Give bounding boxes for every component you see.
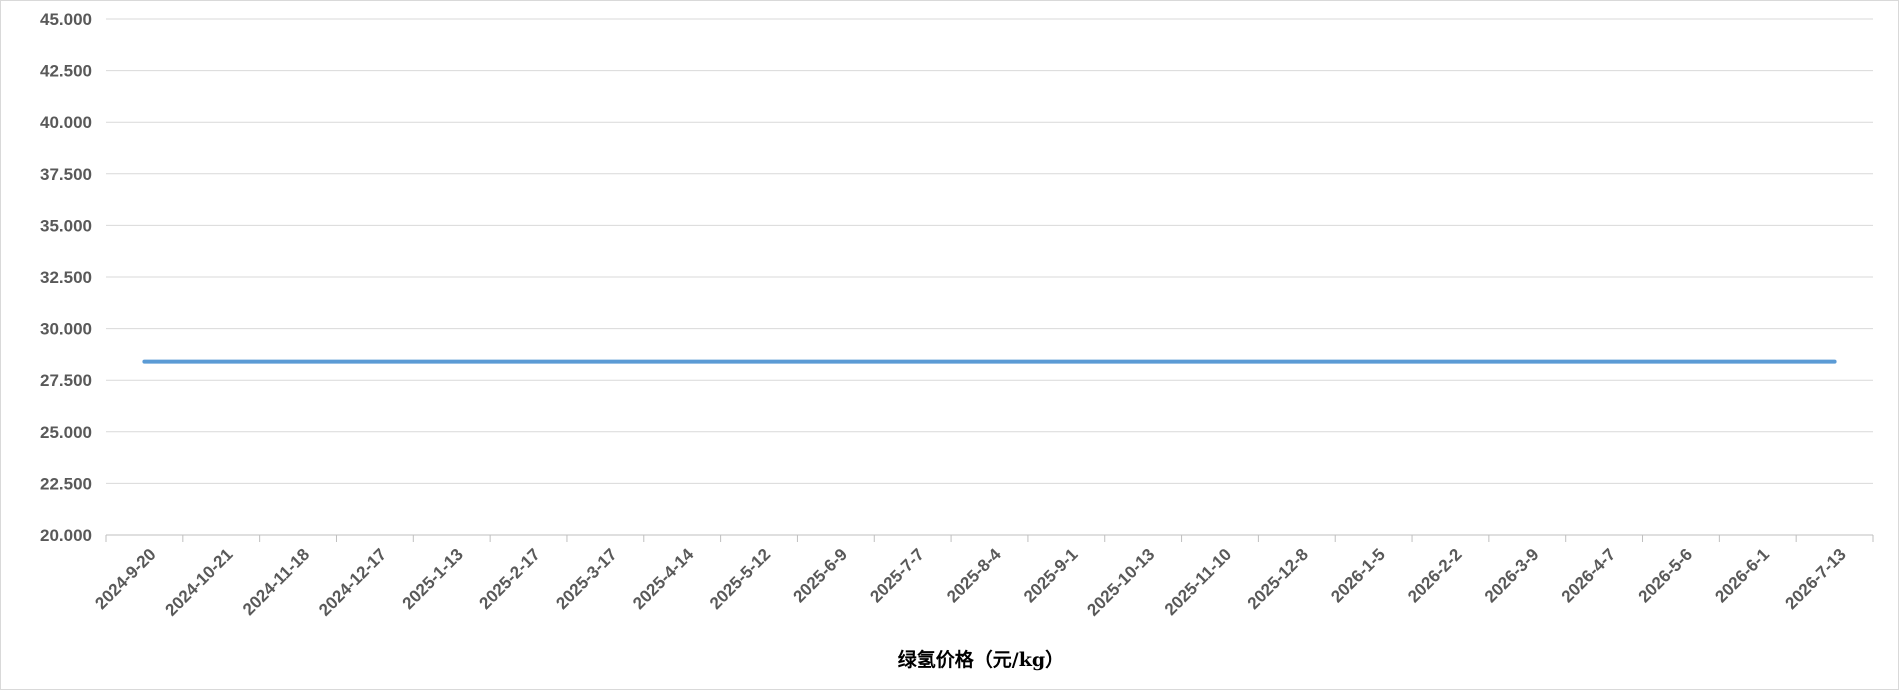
x-tick-label: 2026-6-1: [1711, 545, 1773, 607]
x-tick-label: 2025-8-4: [943, 544, 1005, 606]
y-tick-label: 30.000: [40, 320, 92, 339]
x-tick-label: 2025-5-12: [706, 545, 774, 613]
y-tick-label: 40.000: [40, 113, 92, 132]
x-tick-label: 2025-7-7: [866, 545, 928, 607]
x-tick-label: 2025-9-1: [1020, 545, 1082, 607]
x-tick-label: 2025-12-8: [1244, 545, 1312, 613]
y-tick-label: 27.500: [40, 371, 92, 390]
x-tick-label: 2025-2-17: [476, 545, 544, 613]
x-axis: [105, 534, 1874, 542]
x-tick-label: 2024-11-18: [239, 545, 313, 619]
y-tick-label: 45.000: [40, 10, 92, 29]
x-tick-label: 2024-10-21: [162, 545, 237, 620]
y-tick-label: 42.500: [40, 62, 92, 81]
x-tick-label: 2025-4-14: [629, 544, 698, 613]
x-tick-label: 2026-2-2: [1404, 545, 1466, 607]
y-tick-label: 37.500: [40, 165, 92, 184]
line-chart: 20.000 22.500 25.000 27.500 30.000 32.500 35.0…: [40, 10, 1874, 671]
y-tick-label: 22.500: [40, 474, 92, 493]
y-axis-tick-labels: 20.000 22.500 25.000 27.500 30.000 32.500 35.0…: [40, 10, 92, 545]
x-tick-label: 2026-7-13: [1782, 545, 1850, 613]
y-tick-label: 25.000: [40, 423, 92, 442]
x-tick-label: 2025-10-13: [1083, 545, 1158, 620]
x-tick-label: 2024-9-20: [91, 545, 159, 613]
x-tick-label: 2024-12-17: [315, 545, 390, 620]
x-axis-tick-labels: 2024-9-20 2024-10-21 2024-11-18 2024-12-17 2…: [91, 544, 1849, 619]
x-tick-label: 2026-5-6: [1635, 545, 1697, 607]
y-tick-label: 32.500: [40, 268, 92, 287]
x-tick-label: 2025-6-9: [790, 545, 852, 607]
x-tick-label: 2025-3-17: [552, 545, 620, 613]
gridlines: [106, 18, 1873, 484]
x-tick-label: 2026-1-5: [1327, 545, 1389, 607]
series-layer: [142, 359, 1837, 364]
x-tick-label: 2025-1-13: [399, 545, 467, 613]
y-tick-label: 35.000: [40, 216, 92, 235]
y-tick-label: 20.000: [40, 526, 92, 545]
x-tick-label: 2026-4-7: [1558, 545, 1620, 607]
x-axis-title: 绿氢价格（元/kg）: [898, 648, 1064, 671]
x-tick-label: 2026-3-9: [1481, 545, 1543, 607]
x-tick-label: 2025-11-10: [1161, 545, 1235, 619]
